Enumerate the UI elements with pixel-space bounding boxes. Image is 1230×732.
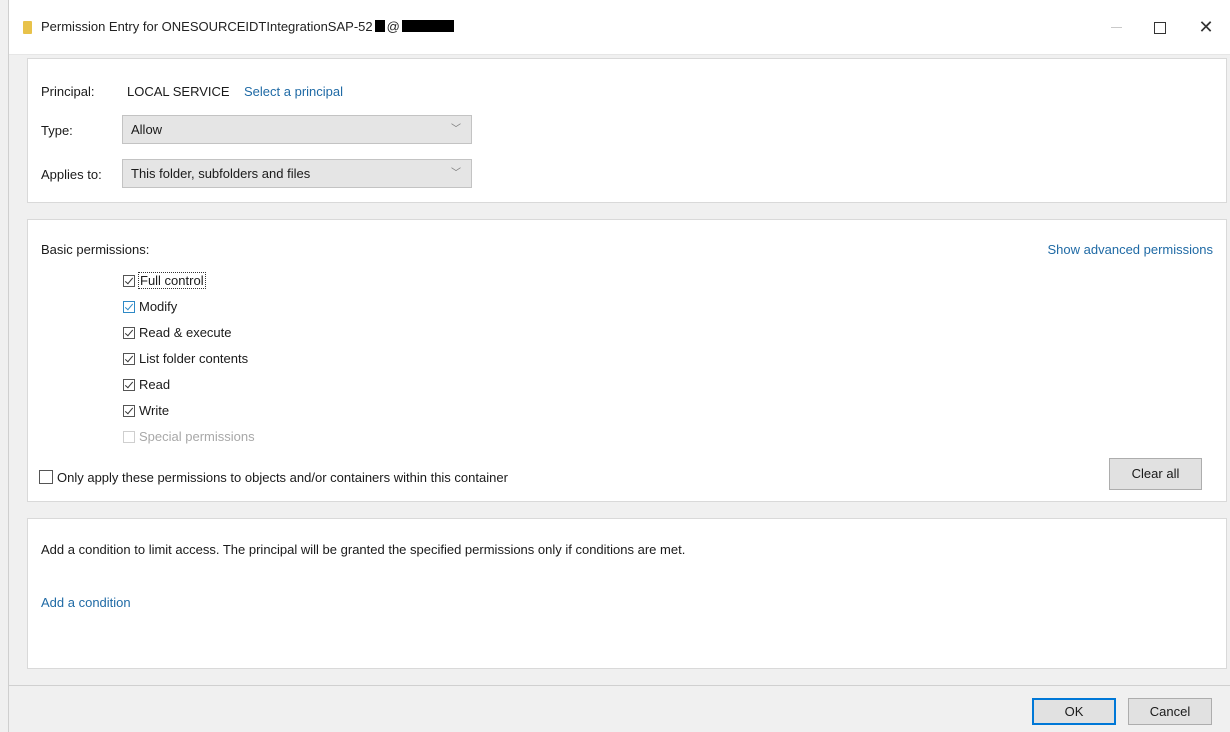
clear-all-button[interactable]: Clear all: [1109, 458, 1202, 490]
permission-label: List folder contents: [139, 351, 249, 366]
principal-label: Principal:: [41, 84, 95, 99]
permission-full-control[interactable]: Full control: [123, 272, 206, 293]
permission-label: Read: [139, 377, 171, 392]
title-bar: Permission Entry for ONESOURCEIDTIntegra…: [9, 0, 1230, 55]
chevron-down-icon: ﹀: [451, 168, 461, 179]
select-principal-link[interactable]: Select a principal: [244, 84, 343, 99]
checkbox-checked-icon[interactable]: [123, 353, 135, 365]
chevron-down-icon: ﹀: [451, 124, 461, 135]
minimize-button[interactable]: [1102, 14, 1130, 40]
maximize-icon: [1154, 21, 1166, 34]
permission-read-execute[interactable]: Read & execute: [123, 325, 232, 345]
permission-label: Read & execute: [139, 325, 232, 340]
maximize-button[interactable]: [1146, 14, 1174, 40]
type-dropdown-value: Allow: [131, 122, 163, 137]
redaction-block: [401, 20, 454, 32]
close-button[interactable]: ✕: [1192, 14, 1220, 40]
permission-label: Special permissions: [139, 429, 255, 444]
checkbox-checked-icon[interactable]: [123, 327, 135, 339]
permission-special: Special permissions: [123, 429, 255, 449]
applies-to-label: Applies to:: [41, 167, 102, 182]
permission-list-folder-contents[interactable]: List folder contents: [123, 351, 248, 371]
checkbox-checked-icon[interactable]: [123, 405, 135, 417]
basic-permissions-label: Basic permissions:: [41, 242, 150, 257]
checkbox-checked-icon[interactable]: [123, 379, 135, 391]
principal-value: LOCAL SERVICE: [127, 84, 230, 99]
applies-to-dropdown-value: This folder, subfolders and files: [131, 166, 311, 181]
ok-button[interactable]: OK: [1032, 698, 1116, 725]
basic-permissions-panel: Basic permissions: Show advanced permiss…: [27, 219, 1227, 502]
window-title-text: Permission Entry for ONESOURCEIDTIntegra…: [41, 19, 373, 34]
applies-to-dropdown[interactable]: This folder, subfolders and files ﹀: [122, 159, 472, 188]
redaction-block: [374, 20, 385, 32]
permission-write[interactable]: Write: [123, 403, 169, 423]
window-title: Permission Entry for ONESOURCEIDTIntegra…: [41, 19, 454, 34]
permission-label: Full control: [138, 272, 206, 289]
permission-modify[interactable]: Modify: [123, 299, 177, 319]
checkbox-checked-icon[interactable]: [123, 275, 135, 287]
type-label: Type:: [41, 123, 73, 138]
permission-entry-window: Permission Entry for ONESOURCEIDTIntegra…: [8, 0, 1230, 732]
close-icon: ✕: [1198, 17, 1214, 37]
show-advanced-permissions-link[interactable]: Show advanced permissions: [1048, 242, 1213, 257]
condition-panel: Add a condition to limit access. The pri…: [27, 518, 1227, 669]
cancel-button[interactable]: Cancel: [1128, 698, 1212, 725]
type-dropdown[interactable]: Allow ﹀: [122, 115, 472, 144]
condition-text: Add a condition to limit access. The pri…: [41, 542, 686, 557]
minimize-icon: [1110, 27, 1122, 29]
permission-label: Modify: [139, 299, 178, 314]
checkbox-unchecked-icon[interactable]: [39, 470, 53, 484]
checkbox-checked-icon[interactable]: [123, 301, 135, 313]
permission-read[interactable]: Read: [123, 377, 170, 397]
checkbox-unchecked-icon: [123, 431, 135, 443]
only-apply-label: Only apply these permissions to objects …: [57, 470, 508, 485]
permission-label: Write: [139, 403, 170, 418]
folder-icon: [23, 21, 32, 34]
window-title-at: @: [386, 19, 400, 34]
footer-divider: [9, 685, 1230, 686]
only-apply-option[interactable]: Only apply these permissions to objects …: [39, 470, 508, 490]
principal-panel: Principal: LOCAL SERVICE Select a princi…: [27, 58, 1227, 203]
add-condition-link[interactable]: Add a condition: [41, 595, 131, 610]
